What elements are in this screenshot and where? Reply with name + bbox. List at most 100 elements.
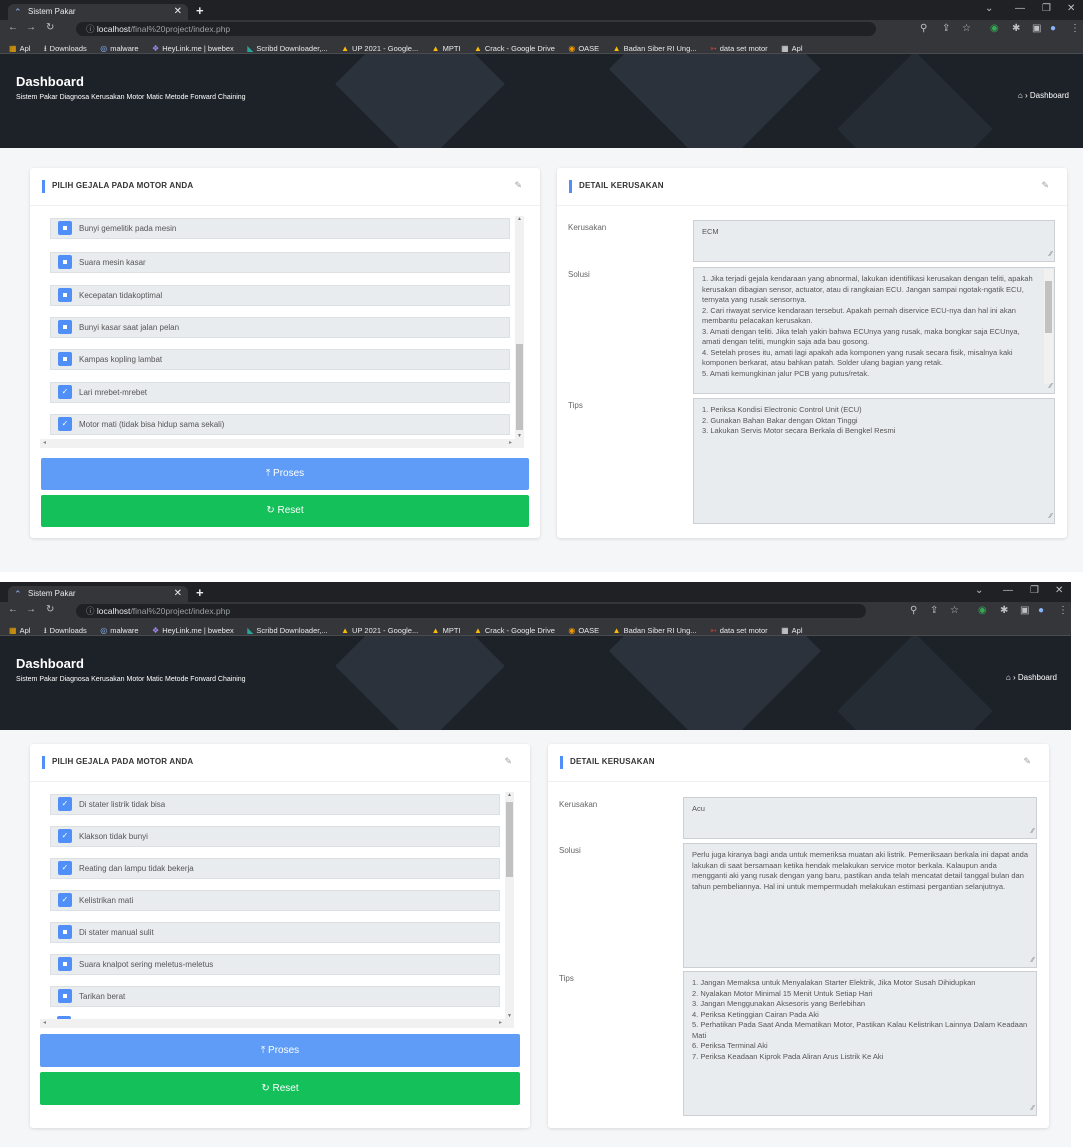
bookmark-bssn[interactable]: ▲ Badan Siber RI Ung... — [613, 41, 697, 53]
symptom-item[interactable]: Di stater manual sulit — [50, 922, 500, 943]
kerusakan-textarea[interactable]: Acu ⁄⁄ — [683, 797, 1037, 839]
pin-icon[interactable]: ✎ — [514, 180, 522, 191]
checkbox-unchecked[interactable] — [58, 320, 72, 334]
checkbox-unchecked[interactable] — [58, 352, 72, 366]
extensions-icon[interactable]: ✱ — [1012, 23, 1020, 34]
checkbox-checked[interactable]: ✓ — [58, 893, 72, 907]
bookmark-scribd[interactable]: ◣ Scribd Downloader,... — [247, 41, 327, 53]
checkbox-checked[interactable]: ✓ — [58, 861, 72, 875]
url-field[interactable]: ⓘ localhost/final%20project/index.php — [76, 604, 866, 618]
maximize-icon[interactable]: ❐ — [1042, 3, 1051, 14]
solusi-textarea[interactable]: Perlu juga kiranya bagi anda untuk memer… — [683, 843, 1037, 968]
scroll-thumb[interactable] — [516, 344, 523, 430]
checkbox-unchecked[interactable] — [58, 989, 72, 1003]
symptom-item[interactable]: ✓ Lari mrebet-mrebet — [50, 382, 510, 403]
bookmark-up2021[interactable]: ▲ UP 2021 - Google... — [341, 41, 418, 53]
new-tab-icon[interactable]: + — [196, 3, 204, 18]
star-icon[interactable]: ☆ — [950, 605, 959, 616]
symptom-item[interactable]: Bunyi kasar saat jalan pelan — [50, 317, 510, 338]
tab-close-icon[interactable]: ✕ — [174, 4, 182, 20]
scroll-left-icon[interactable]: ◂ — [43, 1019, 46, 1026]
reset-button[interactable]: ↻ Reset — [40, 1072, 520, 1105]
bookmark-up2021[interactable]: ▲ UP 2021 - Google... — [341, 623, 418, 635]
zoom-icon[interactable]: ⚲ — [920, 23, 927, 34]
scroll-right-icon[interactable]: ▸ — [499, 1019, 502, 1026]
vertical-scrollbar[interactable]: ▲ ▼ — [515, 216, 524, 439]
symptom-item[interactable]: ✓ Reating dan lampu tidak bekerja — [50, 858, 500, 879]
resize-grip-icon[interactable]: ⁄⁄ — [1032, 1104, 1034, 1115]
menu-icon[interactable]: ⋮ — [1058, 605, 1068, 616]
symptom-item[interactable]: Tarikan berat — [50, 986, 500, 1007]
bookmark-dataset[interactable]: ➳ data set motor — [710, 41, 768, 53]
reload-icon[interactable]: ↻ — [46, 604, 54, 615]
symptom-item[interactable]: Suara mesin kasar — [50, 252, 510, 273]
pin-icon[interactable]: ✎ — [504, 756, 512, 767]
checkbox-unchecked[interactable] — [58, 288, 72, 302]
solusi-textarea[interactable]: 1. Jika terjadi gejala kendaraan yang ab… — [693, 267, 1055, 394]
breadcrumb[interactable]: ⌂ › Dashboard — [1018, 91, 1069, 100]
horizontal-scrollbar[interactable]: ◂ ▸ — [40, 439, 524, 448]
horizontal-scrollbar[interactable]: ◂ ▸ — [40, 1019, 514, 1028]
close-window-icon[interactable]: ✕ — [1055, 585, 1063, 596]
star-icon[interactable]: ☆ — [962, 23, 971, 34]
proses-button[interactable]: ⤒ Proses — [41, 458, 529, 490]
profile-avatar-icon[interactable]: ● — [1038, 605, 1044, 616]
menu-icon[interactable]: ⋮ — [1070, 23, 1080, 34]
reload-icon[interactable]: ↻ — [46, 22, 54, 33]
tab-close-icon[interactable]: ✕ — [174, 586, 182, 602]
bookmark-downloads[interactable]: ⭳ Downloads — [44, 623, 87, 635]
bookmark-heylink[interactable]: ❖ HeyLink.me | bwebex — [152, 623, 234, 635]
breadcrumb[interactable]: ⌂ › Dashboard — [1006, 673, 1057, 682]
tips-textarea[interactable]: 1. Jangan Memaksa untuk Menyalakan Start… — [683, 971, 1037, 1116]
resize-grip-icon[interactable]: ⁄⁄ — [1050, 512, 1052, 523]
extensions-icon[interactable]: ✱ — [1000, 605, 1008, 616]
shield-extension-icon[interactable]: ◉ — [978, 605, 987, 616]
share-icon[interactable]: ⇪ — [942, 23, 950, 34]
browser-tab[interactable]: ⌃ Sistem Pakar ✕ — [8, 586, 188, 602]
symptom-item[interactable]: ✓ Di stater listrik tidak bisa — [50, 794, 500, 815]
scroll-right-icon[interactable]: ▸ — [509, 439, 512, 446]
symptom-item[interactable]: ✓ Klakson tidak bunyi — [50, 826, 500, 847]
minimize-icon[interactable]: — — [1015, 3, 1025, 14]
resize-grip-icon[interactable]: ⁄⁄ — [1050, 250, 1052, 261]
symptom-item[interactable]: ✓ Motor mati (tidak bisa hidup sama sekal… — [50, 414, 510, 435]
share-icon[interactable]: ⇪ — [930, 605, 938, 616]
url-field[interactable]: ⓘ localhost/final%20project/index.php — [76, 22, 876, 36]
symptom-list[interactable]: Bunyi gemelitik pada mesin Suara mesin k… — [40, 216, 524, 448]
checkbox-unchecked[interactable] — [58, 255, 72, 269]
reset-button[interactable]: ↻ Reset — [41, 495, 529, 527]
bookmark-mpti[interactable]: ▲ MPTI — [432, 41, 461, 53]
bookmark-malware[interactable]: ◎ malware — [100, 623, 138, 635]
symptom-item[interactable]: ✓ Kelistrikan mati — [50, 890, 500, 911]
checkbox-checked[interactable]: ✓ — [58, 797, 72, 811]
sidepanel-icon[interactable]: ▣ — [1020, 605, 1029, 616]
symptom-item[interactable]: Suara knalpot sering meletus-meletus — [50, 954, 500, 975]
bookmark-scribd[interactable]: ◣ Scribd Downloader,... — [247, 623, 327, 635]
resize-grip-icon[interactable]: ⁄⁄ — [1032, 827, 1034, 838]
back-icon[interactable]: ← — [8, 22, 18, 33]
checkbox-unchecked[interactable] — [58, 925, 72, 939]
vertical-scrollbar[interactable] — [1044, 269, 1053, 384]
bookmark-mpti[interactable]: ▲ MPTI — [432, 623, 461, 635]
checkbox-checked[interactable]: ✓ — [58, 385, 72, 399]
vertical-scrollbar[interactable]: ▲ ▼ — [505, 792, 514, 1019]
bookmark-crack[interactable]: ▲ Crack - Google Drive — [474, 41, 555, 53]
bookmark-dataset[interactable]: ➳ data set motor — [710, 623, 768, 635]
minimize-icon[interactable]: — — [1003, 585, 1013, 596]
sidepanel-icon[interactable]: ▣ — [1032, 23, 1041, 34]
proses-button[interactable]: ⤒ Proses — [40, 1034, 520, 1067]
symptom-list[interactable]: ✓ Di stater listrik tidak bisa ✓ Klakson t… — [40, 792, 514, 1028]
bookmark-apps[interactable]: ▦ Apl — [9, 623, 30, 635]
bookmark-malware[interactable]: ◎ malware — [100, 41, 138, 53]
close-window-icon[interactable]: ✕ — [1067, 3, 1075, 14]
tab-search-icon[interactable]: ⌄ — [975, 585, 983, 596]
forward-icon[interactable]: → — [26, 604, 36, 615]
bookmark-heylink[interactable]: ❖ HeyLink.me | bwebex — [152, 41, 234, 53]
bookmark-crack[interactable]: ▲ Crack - Google Drive — [474, 623, 555, 635]
tab-search-icon[interactable]: ⌄ — [985, 3, 993, 14]
scroll-left-icon[interactable]: ◂ — [43, 439, 46, 446]
browser-tab[interactable]: ⌃ Sistem Pakar ✕ — [8, 4, 188, 20]
symptom-item[interactable]: Kecepatan tidakoptimal — [50, 285, 510, 306]
pin-icon[interactable]: ✎ — [1041, 180, 1049, 191]
checkbox-checked[interactable]: ✓ — [58, 417, 72, 431]
